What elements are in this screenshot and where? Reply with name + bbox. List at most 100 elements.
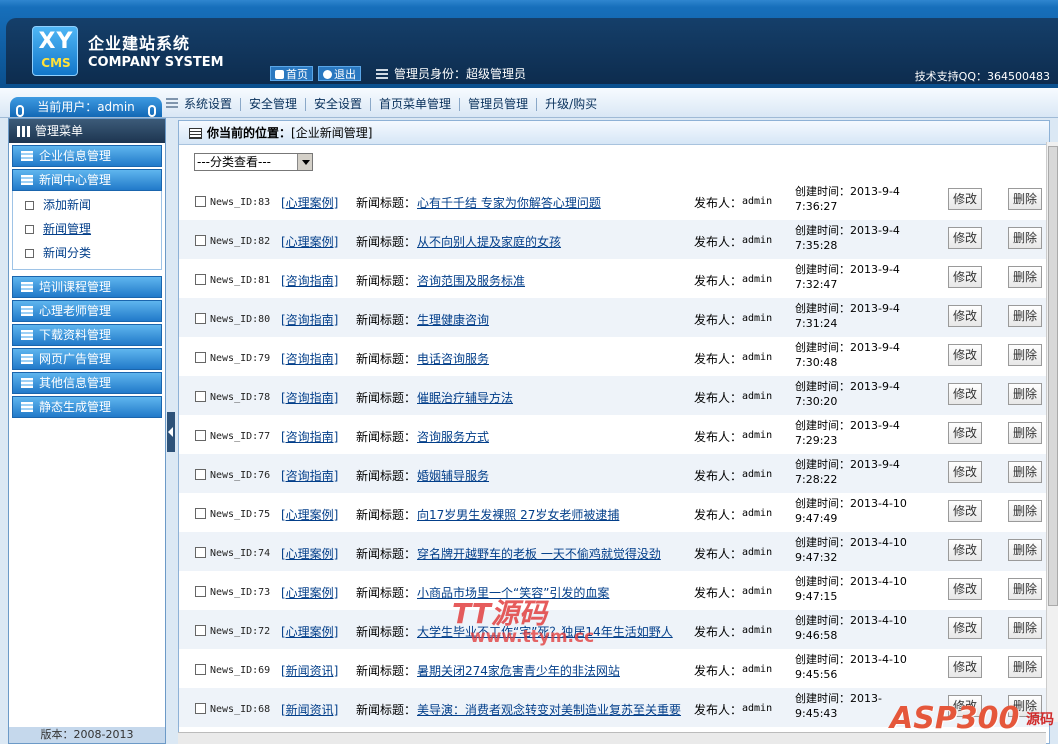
row-checkbox[interactable] <box>195 547 206 558</box>
news-category-link[interactable]: [咨询指南] <box>281 428 338 445</box>
sidebar-item-teachers[interactable]: 心理老师管理 <box>12 300 162 322</box>
delete-button[interactable]: 删除 <box>1008 383 1042 405</box>
news-category-link[interactable]: [咨询指南] <box>281 467 338 484</box>
row-checkbox[interactable] <box>195 352 206 363</box>
nav-system-settings[interactable]: 系统设置 <box>184 97 242 111</box>
news-title-link[interactable]: 心有千千结 专家为你解答心理问题 <box>417 194 601 211</box>
edit-button[interactable]: 修改 <box>948 188 982 210</box>
edit-button[interactable]: 修改 <box>948 617 982 639</box>
nav-upgrade-buy[interactable]: 升级/购买 <box>537 97 605 111</box>
submenu-news-management[interactable]: 新闻管理 <box>13 217 161 241</box>
delete-button[interactable]: 删除 <box>1008 305 1042 327</box>
row-checkbox[interactable] <box>195 313 206 324</box>
news-category-link[interactable]: [咨询指南] <box>281 311 338 328</box>
sidebar-item-company-info[interactable]: 企业信息管理 <box>12 145 162 167</box>
nav-security-management[interactable]: 安全管理 <box>241 97 307 111</box>
row-checkbox[interactable] <box>195 430 206 441</box>
news-category-link[interactable]: [新闻资讯] <box>281 701 338 718</box>
news-title-link[interactable]: 穿名牌开越野车的老板 一天不偷鸡就觉得没劲 <box>417 545 661 562</box>
news-title-link[interactable]: 咨询服务方式 <box>417 428 489 445</box>
news-category-link[interactable]: [咨询指南] <box>281 272 338 289</box>
publisher-label: 发布人： <box>694 586 743 600</box>
edit-button[interactable]: 修改 <box>948 578 982 600</box>
news-category-link[interactable]: [心理案例] <box>281 233 338 250</box>
news-category-link[interactable]: [咨询指南] <box>281 350 338 367</box>
sidebar-item-ads[interactable]: 网页广告管理 <box>12 348 162 370</box>
sidebar-item-news-center[interactable]: 新闻中心管理 <box>12 169 162 191</box>
nav-admin-management[interactable]: 管理员管理 <box>460 97 538 111</box>
submenu-link[interactable]: 新闻管理 <box>43 222 91 236</box>
category-filter-select[interactable]: ---分类查看--- <box>194 153 313 171</box>
logout-button[interactable]: 退出 <box>318 66 361 81</box>
news-category-link[interactable]: [新闻资讯] <box>281 662 338 679</box>
edit-button[interactable]: 修改 <box>948 539 982 561</box>
submenu-link[interactable]: 添加新闻 <box>43 198 91 212</box>
sidebar-collapse-toggle[interactable] <box>167 412 175 452</box>
edit-button[interactable]: 修改 <box>948 383 982 405</box>
row-checkbox[interactable] <box>195 235 206 246</box>
delete-button[interactable]: 删除 <box>1008 266 1042 288</box>
submenu-link[interactable]: 新闻分类 <box>43 246 91 260</box>
edit-button[interactable]: 修改 <box>948 344 982 366</box>
news-category-link[interactable]: [心理案例] <box>281 623 338 640</box>
delete-button[interactable]: 删除 <box>1008 188 1042 210</box>
row-checkbox[interactable] <box>195 196 206 207</box>
nav-home-menu-management[interactable]: 首页菜单管理 <box>371 97 461 111</box>
news-title-link[interactable]: 美导演：消费者观念转变对美制造业复苏至关重要 <box>417 701 681 718</box>
sidebar-item-other-info[interactable]: 其他信息管理 <box>12 372 162 394</box>
edit-button[interactable]: 修改 <box>948 461 982 483</box>
home-button[interactable]: 首页 <box>270 66 313 81</box>
created-date: 2013-9-4 <box>850 458 900 471</box>
submenu-add-news[interactable]: 添加新闻 <box>13 193 161 217</box>
delete-button[interactable]: 删除 <box>1008 578 1042 600</box>
vertical-scrollbar[interactable] <box>1046 142 1058 722</box>
created-label: 创建时间： <box>795 536 850 549</box>
news-title-link[interactable]: 生理健康咨询 <box>417 311 489 328</box>
scrollbar-thumb[interactable] <box>1048 146 1058 606</box>
row-checkbox[interactable] <box>195 664 206 675</box>
delete-button[interactable]: 删除 <box>1008 422 1042 444</box>
sidebar-item-static-gen[interactable]: 静态生成管理 <box>12 396 162 418</box>
row-checkbox[interactable] <box>195 625 206 636</box>
table-row: News_ID:83 [心理案例] 新闻标题： 心有千千结 专家为你解答心理问题 发布人… <box>179 181 1049 220</box>
edit-button[interactable]: 修改 <box>948 500 982 522</box>
news-title-link[interactable]: 婚姻辅导服务 <box>417 467 489 484</box>
news-category-link[interactable]: [心理案例] <box>281 194 338 211</box>
edit-button[interactable]: 修改 <box>948 305 982 327</box>
row-checkbox[interactable] <box>195 391 206 402</box>
chevron-down-icon[interactable] <box>297 154 312 170</box>
edit-button[interactable]: 修改 <box>948 266 982 288</box>
row-checkbox[interactable] <box>195 703 206 714</box>
news-title-link[interactable]: 咨询范围及服务标准 <box>417 272 525 289</box>
news-title-link[interactable]: 电话咨询服务 <box>417 350 489 367</box>
nav-security-settings[interactable]: 安全设置 <box>306 97 372 111</box>
row-checkbox[interactable] <box>195 508 206 519</box>
news-category-link[interactable]: [心理案例] <box>281 584 338 601</box>
document-icon <box>25 201 34 210</box>
edit-button[interactable]: 修改 <box>948 422 982 444</box>
news-category-link[interactable]: [心理案例] <box>281 506 338 523</box>
delete-button[interactable]: 删除 <box>1008 500 1042 522</box>
news-title-link[interactable]: 催眠治疗辅导方法 <box>417 389 513 406</box>
submenu-news-category[interactable]: 新闻分类 <box>13 241 161 265</box>
sidebar-item-downloads[interactable]: 下载资料管理 <box>12 324 162 346</box>
row-checkbox[interactable] <box>195 274 206 285</box>
news-category-link[interactable]: [心理案例] <box>281 545 338 562</box>
sidebar-item-training[interactable]: 培训课程管理 <box>12 276 162 298</box>
publisher-label: 发布人： <box>694 430 743 444</box>
news-title-link[interactable]: 从不向别人提及家庭的女孩 <box>417 233 561 250</box>
delete-button[interactable]: 删除 <box>1008 461 1042 483</box>
news-title-link[interactable]: 暑期关闭274家危害青少年的非法网站 <box>417 662 620 679</box>
row-checkbox[interactable] <box>195 469 206 480</box>
edit-button[interactable]: 修改 <box>948 656 982 678</box>
edit-button[interactable]: 修改 <box>948 227 982 249</box>
delete-button[interactable]: 删除 <box>1008 344 1042 366</box>
delete-button[interactable]: 删除 <box>1008 617 1042 639</box>
delete-button[interactable]: 删除 <box>1008 227 1042 249</box>
publisher-value: admin <box>742 664 773 675</box>
delete-button[interactable]: 删除 <box>1008 539 1042 561</box>
row-checkbox[interactable] <box>195 586 206 597</box>
news-title-link[interactable]: 向17岁男生发裸照 27岁女老师被逮捕 <box>417 506 619 523</box>
news-category-link[interactable]: [咨询指南] <box>281 389 338 406</box>
delete-button[interactable]: 删除 <box>1008 656 1042 678</box>
